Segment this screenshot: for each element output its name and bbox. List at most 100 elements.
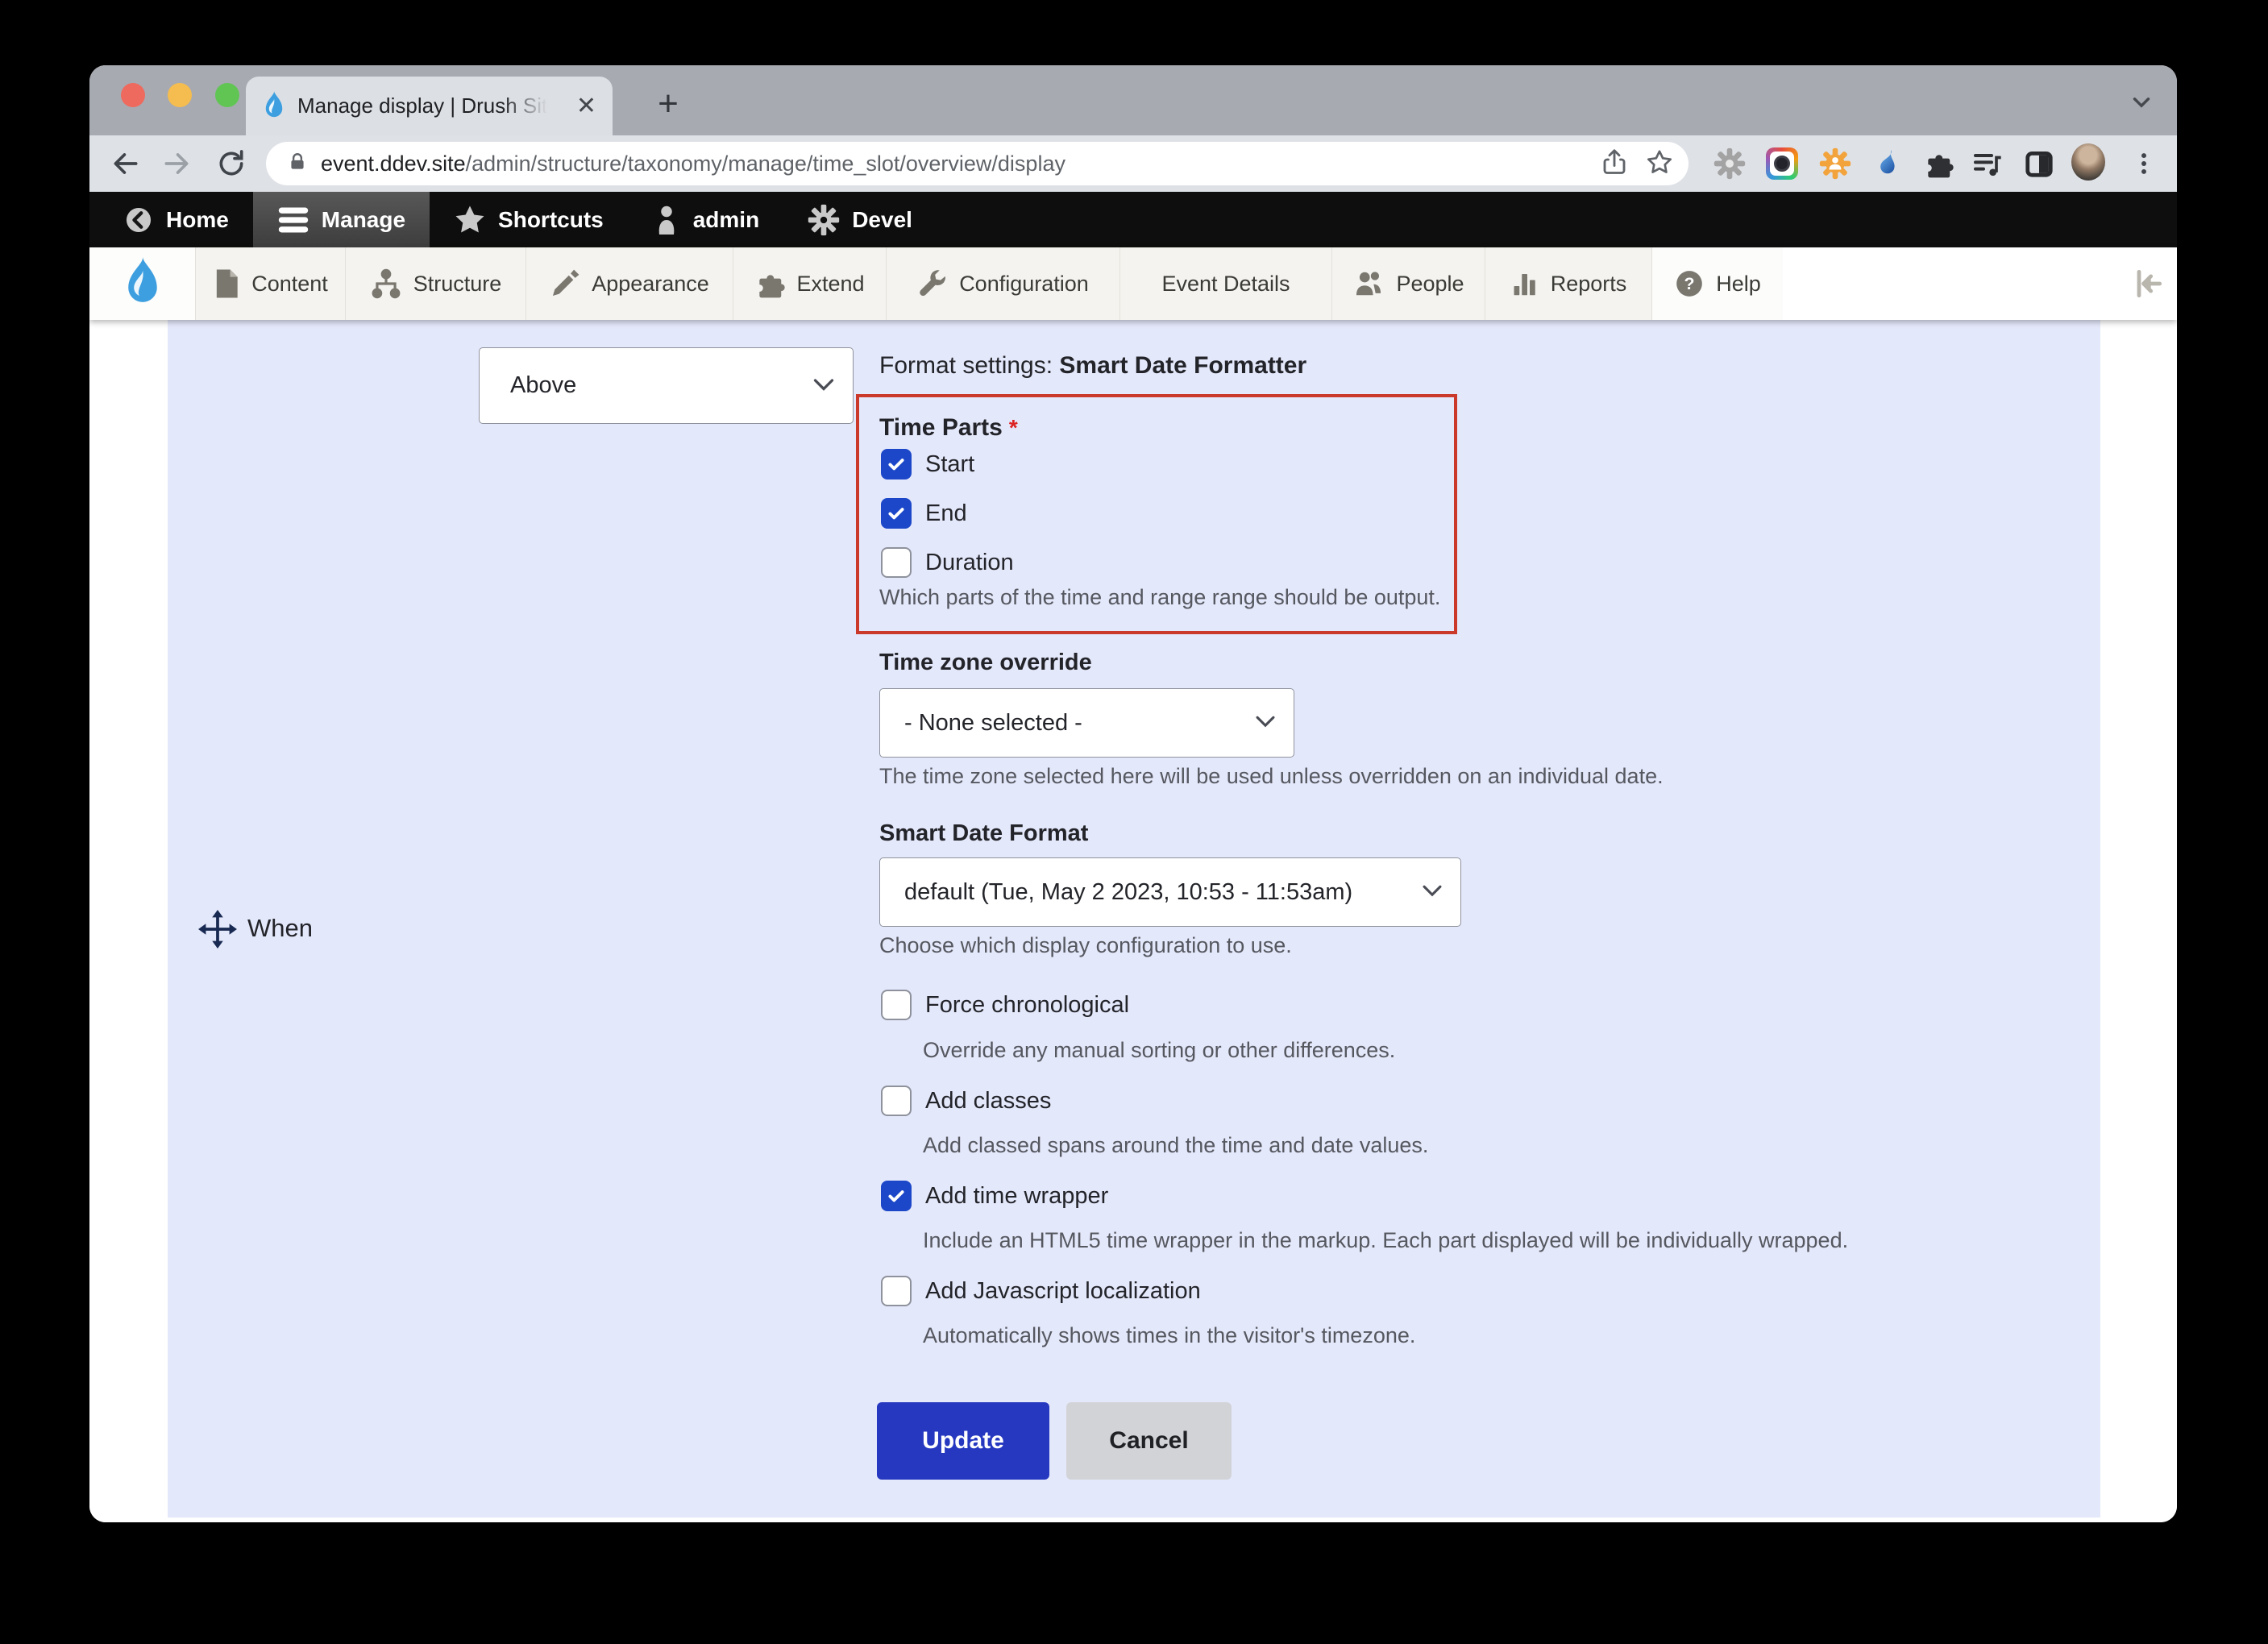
menu-item-content[interactable]: Content (196, 247, 346, 320)
option-description: Add classed spans around the time and da… (923, 1133, 1428, 1158)
minimize-window-button[interactable] (168, 83, 192, 107)
playlist-icon[interactable] (1971, 147, 2004, 181)
drupal-admin-toolbar: Home Manage Shortcuts admin Devel (89, 192, 2177, 247)
smart-date-format-label: Smart Date Format (879, 820, 1088, 847)
address-bar[interactable]: event.ddev.site/admin/structure/taxonomy… (266, 142, 1689, 185)
add-classes-checkbox[interactable] (881, 1086, 912, 1116)
drupal-menu-bar: Content Structure Appearance Extend Conf… (89, 247, 2177, 320)
menu-item-event-details[interactable]: Event Details (1120, 247, 1332, 320)
chevron-down-icon (809, 369, 838, 402)
option-row: Add time wrapper (881, 1181, 1108, 1211)
option-description: Override any manual sorting or other dif… (923, 1038, 1395, 1063)
extension-orange-gear-icon[interactable] (1818, 147, 1852, 181)
extensions-puzzle-icon[interactable] (1921, 147, 1955, 181)
end-checkbox[interactable] (881, 498, 912, 529)
sitemap-icon (370, 268, 402, 299)
bar-chart-icon (1510, 268, 1539, 299)
tab-strip: Manage display | Drush Site-Ins ✕ + (89, 65, 2177, 135)
cancel-button[interactable]: Cancel (1066, 1402, 1232, 1480)
extension-camera-icon[interactable] (1765, 147, 1799, 181)
zoom-window-button[interactable] (215, 83, 239, 107)
smart-date-format-select[interactable]: default (Tue, May 2 2023, 10:53 - 11:53a… (879, 857, 1461, 927)
profile-avatar[interactable] (2071, 145, 2105, 179)
browser-tab[interactable]: Manage display | Drush Site-Ins ✕ (246, 77, 613, 135)
checkbox-label: Duration (925, 550, 1014, 576)
toolbar-item-label: Devel (852, 207, 912, 233)
menu-item-help[interactable]: ? Help (1652, 247, 1783, 320)
tab-search-chevron-icon[interactable] (2122, 83, 2161, 122)
close-window-button[interactable] (121, 83, 145, 107)
menu-item-label: People (1396, 272, 1464, 297)
toolbar-item-label: Manage (322, 207, 405, 233)
menu-item-label: Help (1716, 272, 1761, 297)
back-icon[interactable] (108, 146, 143, 181)
forward-icon[interactable] (159, 146, 194, 181)
chevron-down-icon (1252, 708, 1279, 739)
format-settings-heading: Format settings: Smart Date Formatter (879, 352, 1306, 380)
share-icon[interactable] (1600, 147, 1629, 181)
drupal-favicon-icon (262, 91, 286, 122)
add-javascript-localization-checkbox[interactable] (881, 1276, 912, 1306)
add-time-wrapper-checkbox[interactable] (881, 1181, 912, 1211)
extension-gear-icon[interactable] (1713, 147, 1747, 181)
svg-text:?: ? (1684, 274, 1695, 293)
chevron-down-icon (1419, 877, 1446, 908)
time-part-option: Start (881, 449, 974, 480)
reload-icon[interactable] (214, 146, 249, 181)
menu-item-extend[interactable]: Extend (733, 247, 887, 320)
menu-item-label: Extend (796, 272, 864, 297)
menu-item-label: Configuration (959, 272, 1089, 297)
toolbar-item-devel[interactable]: Devel (783, 192, 937, 247)
browser-menu-icon[interactable] (2127, 147, 2161, 181)
timezone-description: The time zone selected here will be used… (879, 764, 1664, 789)
smart-date-format-description: Choose which display configuration to us… (879, 933, 1292, 958)
star-icon (454, 204, 486, 236)
heading-formatter-name: Smart Date Formatter (1059, 352, 1306, 379)
drag-handle-icon[interactable] (197, 909, 238, 953)
duration-checkbox[interactable] (881, 547, 912, 578)
people-icon (1352, 268, 1385, 299)
question-icon: ? (1674, 268, 1705, 299)
drupal-logo[interactable] (89, 247, 196, 320)
time-part-option: End (881, 498, 967, 529)
timezone-label: Time zone override (879, 650, 1092, 676)
menu-item-label: Event Details (1161, 272, 1290, 297)
toolbar-item-admin[interactable]: admin (628, 192, 783, 247)
browser-window: Manage display | Drush Site-Ins ✕ + (89, 65, 2177, 1522)
field-row-label: When (247, 914, 313, 943)
time-part-option: Duration (881, 547, 1014, 578)
menu-item-appearance[interactable]: Appearance (526, 247, 733, 320)
bookmark-star-icon[interactable] (1645, 147, 1674, 181)
menu-item-label: Reports (1551, 272, 1627, 297)
collapse-toolbar-icon[interactable] (2130, 247, 2166, 320)
tab-close-icon[interactable]: ✕ (576, 94, 596, 118)
extension-flame-icon[interactable] (1870, 147, 1904, 181)
sidebar-toggle-icon[interactable] (2022, 147, 2056, 181)
menu-item-people[interactable]: People (1332, 247, 1485, 320)
update-button[interactable]: Update (877, 1402, 1049, 1480)
menu-item-configuration[interactable]: Configuration (887, 247, 1120, 320)
option-row: Add Javascript localization (881, 1276, 1201, 1306)
lock-icon[interactable] (287, 152, 308, 176)
force-chronological-checkbox[interactable] (881, 990, 912, 1020)
menu-item-label: Appearance (592, 272, 709, 297)
screen: Manage display | Drush Site-Ins ✕ + (0, 0, 2268, 1644)
timezone-select[interactable]: - None selected - (879, 688, 1294, 758)
toolbar-item-home[interactable]: Home (99, 192, 253, 247)
toolbar-item-shortcuts[interactable]: Shortcuts (430, 192, 628, 247)
time-parts-label: Time Parts* (879, 414, 1018, 442)
menu-item-structure[interactable]: Structure (346, 247, 526, 320)
checkbox-label: End (925, 500, 967, 527)
toolbar-item-manage[interactable]: Manage (253, 192, 430, 247)
label-position-select[interactable]: Above (479, 347, 854, 424)
toolbar-item-label: Home (166, 207, 229, 233)
new-tab-button[interactable]: + (646, 81, 691, 127)
gear-icon (808, 204, 840, 236)
menu-item-reports[interactable]: Reports (1485, 247, 1652, 320)
toolbar-item-label: admin (693, 207, 759, 233)
document-icon (213, 268, 240, 299)
url-path: /admin/structure/taxonomy/manage/time_sl… (466, 152, 1065, 176)
brush-icon (550, 268, 580, 299)
start-checkbox[interactable] (881, 449, 912, 480)
option-row: Force chronological (881, 990, 1129, 1020)
